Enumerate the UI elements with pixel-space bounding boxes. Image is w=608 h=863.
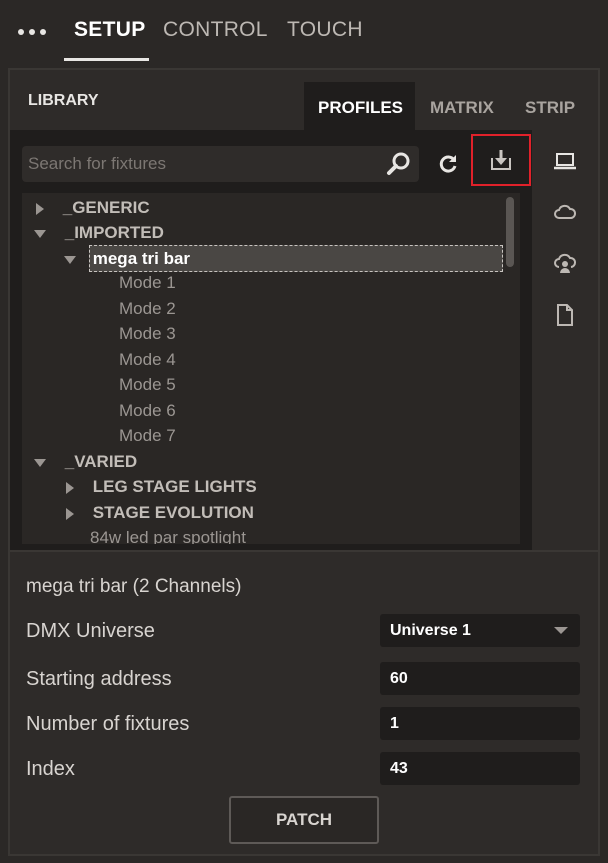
active-tab-indicator [64, 58, 149, 61]
chevron-down-icon[interactable] [64, 255, 76, 264]
tab-touch[interactable]: TOUCH [287, 18, 363, 42]
tree-folder-varied[interactable]: _VARIED [34, 449, 137, 474]
tree-folder-imported[interactable]: _IMPORTED [34, 220, 164, 245]
tree-mode-item[interactable]: Mode 3 [119, 321, 176, 346]
cloud-user-icon[interactable] [552, 250, 578, 276]
tree-item[interactable]: 84w led par spotlight [90, 525, 246, 544]
dmx-universe-label: DMX Universe [26, 620, 155, 642]
tab-matrix[interactable]: MATRIX [430, 98, 494, 118]
chevron-down-icon[interactable] [34, 458, 46, 467]
fixture-patch-form: mega tri bar (2 Channels) DMX Universe U… [10, 550, 598, 854]
tree-mode-item[interactable]: Mode 2 [119, 296, 176, 321]
tree-mode-item[interactable]: Mode 1 [119, 270, 176, 295]
tree-mode-item[interactable]: Mode 7 [119, 423, 176, 448]
library-title: LIBRARY [28, 92, 99, 109]
document-icon[interactable] [552, 302, 578, 328]
tab-profiles[interactable]: PROFILES [318, 98, 403, 118]
tree-item-mega-tri-bar[interactable]: mega tri bar [64, 245, 503, 272]
import-fixture-button[interactable] [471, 134, 531, 186]
search-input[interactable] [28, 146, 378, 182]
chevron-down-icon [554, 627, 568, 634]
index-label: Index [26, 758, 75, 780]
search-box [22, 146, 419, 182]
starting-address-field[interactable]: 60 [380, 662, 580, 695]
tree-folder-leg-stage-lights[interactable]: LEG STAGE LIGHTS [66, 474, 257, 499]
starting-address-label: Starting address [26, 668, 172, 690]
source-sidebar [532, 130, 598, 550]
top-navigation: SETUP CONTROL TOUCH [0, 0, 608, 62]
fixture-tree[interactable]: _GENERIC _IMPORTED mega tri bar Mode 1 M… [22, 193, 520, 544]
patch-button[interactable]: PATCH [229, 796, 379, 844]
library-browser: _GENERIC _IMPORTED mega tri bar Mode 1 M… [10, 130, 598, 550]
tree-mode-item[interactable]: Mode 6 [119, 398, 176, 423]
tab-control[interactable]: CONTROL [163, 18, 268, 42]
index-field[interactable]: 43 [380, 752, 580, 785]
chevron-right-icon[interactable] [36, 202, 44, 215]
refresh-icon[interactable] [434, 150, 462, 178]
tree-folder-stage-evolution[interactable]: STAGE EVOLUTION [66, 500, 254, 525]
chevron-right-icon[interactable] [66, 507, 74, 520]
library-panel: LIBRARY PROFILES MATRIX STRIP Search for… [8, 68, 600, 856]
tree-scrollbar[interactable] [506, 197, 514, 267]
tab-setup[interactable]: SETUP [74, 18, 146, 42]
laptop-icon[interactable] [552, 148, 578, 174]
tree-mode-item[interactable]: Mode 5 [119, 372, 176, 397]
search-icon[interactable] [384, 149, 414, 179]
tab-strip[interactable]: STRIP [525, 98, 575, 118]
download-icon [487, 146, 515, 174]
cloud-icon[interactable] [552, 199, 578, 225]
tree-mode-item[interactable]: Mode 4 [119, 347, 176, 372]
number-of-fixtures-label: Number of fixtures [26, 713, 190, 735]
library-header: LIBRARY PROFILES MATRIX STRIP [10, 70, 598, 130]
dmx-universe-value: Universe 1 [390, 622, 471, 639]
chevron-right-icon[interactable] [66, 481, 74, 494]
chevron-down-icon[interactable] [34, 229, 46, 238]
dmx-universe-select[interactable]: Universe 1 [380, 614, 580, 647]
more-menu-icon[interactable] [18, 21, 48, 41]
number-of-fixtures-field[interactable]: 1 [380, 707, 580, 740]
fixture-title: mega tri bar (2 Channels) [26, 576, 242, 597]
tree-folder-generic[interactable]: _GENERIC [36, 195, 150, 220]
